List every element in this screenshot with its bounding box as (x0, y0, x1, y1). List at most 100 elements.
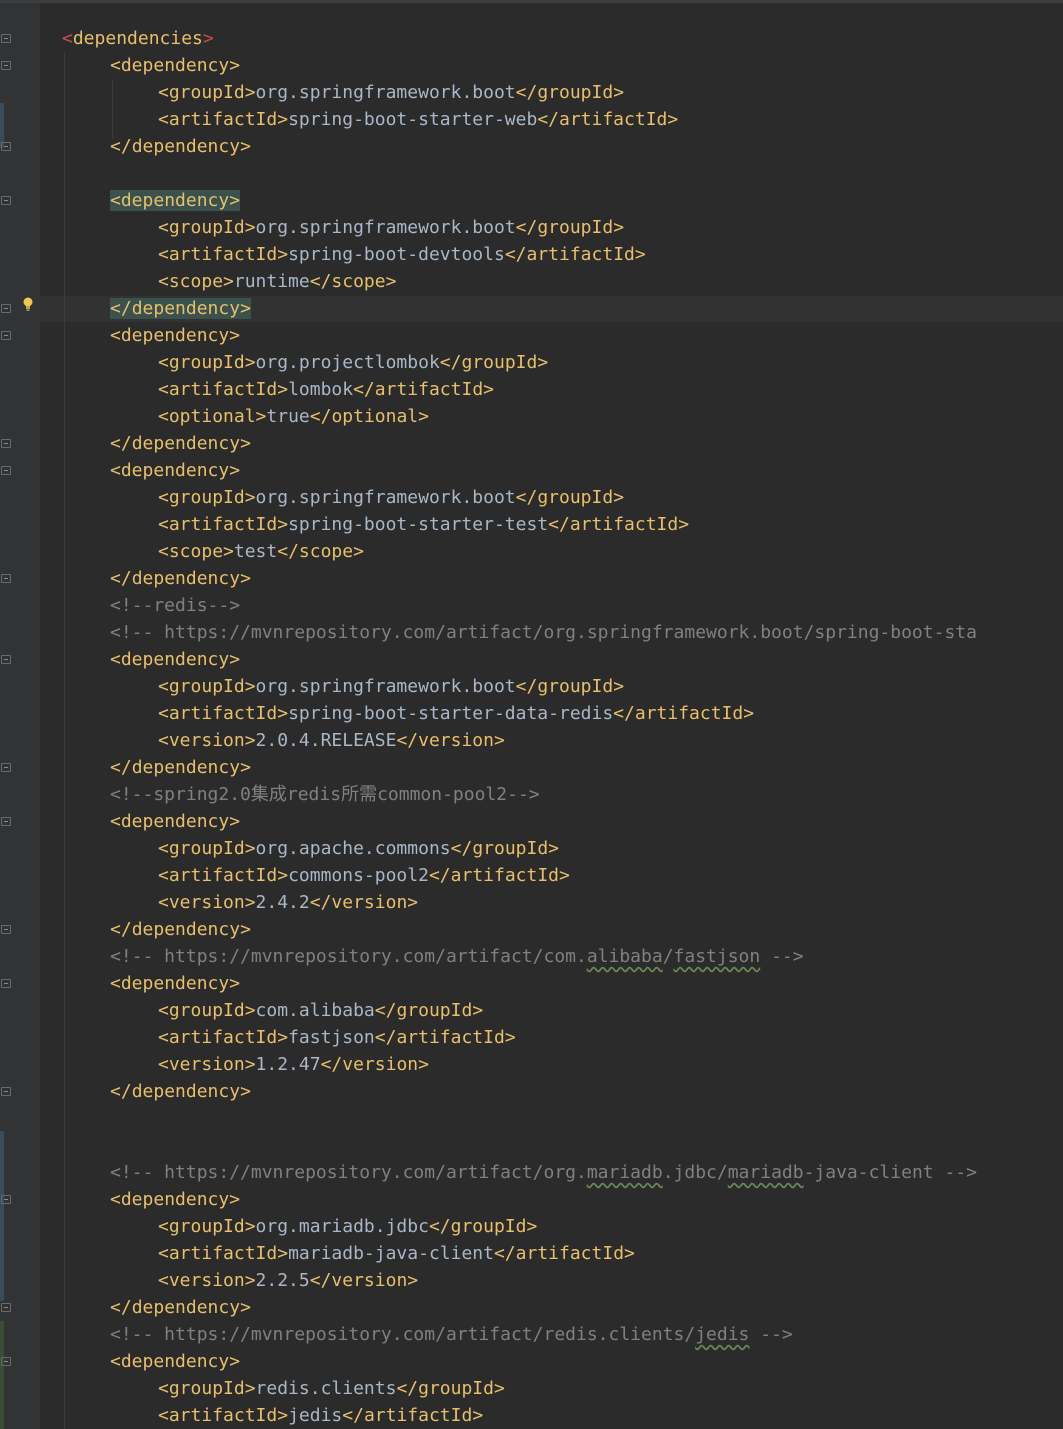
code-line[interactable] (62, 1105, 977, 1132)
fold-icon[interactable] (1, 655, 11, 664)
tag-name: artifactId (168, 244, 278, 265)
fold-icon[interactable] (1, 574, 11, 583)
tag-bracket: </ (537, 109, 559, 130)
tag-bracket: </ (110, 1297, 132, 1318)
code-line[interactable]: <version>2.2.5</version> (62, 1267, 977, 1294)
code-line[interactable]: <version>2.0.4.RELEASE</version> (62, 727, 977, 754)
fold-icon[interactable] (1, 34, 11, 43)
tag-bracket: > (353, 541, 364, 562)
code-line[interactable]: </dependency> (62, 430, 977, 457)
tag-bracket: > (244, 1054, 256, 1075)
tag-bracket: > (240, 1297, 251, 1318)
fold-icon[interactable] (1, 61, 11, 70)
xml-tag: <dependency> (110, 55, 240, 76)
code-line[interactable]: <groupId>org.springframework.boot</group… (62, 673, 977, 700)
code-line[interactable]: <artifactId>spring-boot-starter-web</art… (62, 106, 977, 133)
tag-name: artifactId (396, 1027, 505, 1048)
code-line[interactable]: <groupId>redis.clients</groupId> (62, 1375, 977, 1402)
tag-bracket: > (244, 487, 256, 508)
code-line[interactable]: <groupId>org.springframework.boot</group… (62, 214, 977, 241)
fold-icon[interactable] (1, 925, 11, 934)
vcs-added-marker[interactable] (0, 1321, 4, 1429)
tag-name: artifactId (559, 109, 668, 130)
code-line[interactable]: <dependency> (62, 52, 977, 79)
tag-value: mariadb-java-client (288, 1243, 494, 1264)
tag-name: dependency (131, 298, 241, 319)
code-line[interactable]: <dependency> (62, 457, 977, 484)
code-line[interactable]: <version>1.2.47</version> (62, 1051, 977, 1078)
code-line[interactable]: </dependency> (62, 754, 977, 781)
code-line[interactable]: <groupId>org.apache.commons</groupId> (62, 835, 977, 862)
vcs-change-marker[interactable] (0, 1131, 4, 1301)
fold-icon[interactable] (1, 142, 11, 151)
code-line[interactable]: <!--spring2.0集成redis所需common-pool2--> (62, 781, 977, 808)
tag-name: dependencies (72, 28, 203, 49)
tag-value: 2.2.5 (255, 1270, 310, 1291)
code-line[interactable]: <optional>true</optional> (62, 403, 977, 430)
code-line[interactable]: <artifactId>mariadb-java-client</artifac… (62, 1240, 977, 1267)
fold-icon[interactable] (1, 1357, 11, 1366)
tag-bracket: </ (396, 1378, 419, 1399)
fold-icon[interactable] (1, 1195, 11, 1204)
tag-name: artifactId (515, 1243, 625, 1264)
lightbulb-icon[interactable] (22, 296, 34, 312)
code-line[interactable]: </dependency> (62, 1294, 977, 1321)
fold-icon[interactable] (1, 979, 11, 988)
tag-name: version (331, 892, 408, 913)
code-line[interactable]: <artifactId>lombok</artifactId> (62, 376, 977, 403)
code-line[interactable]: </dependency> (62, 295, 977, 322)
code-line[interactable]: <!-- https://mvnrepository.com/artifact/… (62, 943, 977, 970)
code-line[interactable]: <!-- https://mvnrepository.com/artifact/… (62, 1321, 977, 1348)
code-line[interactable]: <!-- https://mvnrepository.com/artifact/… (62, 1159, 977, 1186)
code-line[interactable]: <dependency> (62, 1348, 977, 1375)
code-line[interactable]: </dependency> (62, 565, 977, 592)
fold-icon[interactable] (1, 331, 11, 340)
tag-bracket: < (158, 1270, 169, 1291)
tag-bracket: > (407, 1270, 419, 1291)
code-line[interactable]: <groupId>com.alibaba</groupId> (62, 997, 977, 1024)
code-line[interactable]: <dependency> (62, 970, 977, 997)
fold-icon[interactable] (1, 763, 11, 772)
code-line[interactable]: <dependency> (62, 187, 977, 214)
fold-icon[interactable] (1, 1087, 11, 1096)
code-line[interactable]: </dependency> (62, 133, 977, 160)
code-line[interactable] (62, 160, 977, 187)
fold-icon[interactable] (1, 304, 11, 313)
fold-icon[interactable] (1, 817, 11, 826)
fold-icon[interactable] (1, 196, 11, 205)
tag-bracket: > (229, 190, 241, 211)
code-line[interactable]: <dependencies> (62, 25, 977, 52)
code-line[interactable]: <scope>test</scope> (62, 538, 977, 565)
code-line[interactable]: <groupId>org.springframework.boot</group… (62, 484, 977, 511)
code-line[interactable]: <dependency> (62, 322, 977, 349)
code-line[interactable]: <groupId>org.springframework.boot</group… (62, 79, 977, 106)
code-line[interactable]: <artifactId>spring-boot-devtools</artifa… (62, 241, 977, 268)
tag-name: dependency (120, 1351, 230, 1372)
code-line[interactable]: <artifactId>commons-pool2</artifactId> (62, 862, 977, 889)
code-lines[interactable]: <dependencies> <dependency> <groupId>org.s… (62, 25, 977, 1429)
code-line[interactable]: <dependency> (62, 808, 977, 835)
code-line[interactable]: <dependency> (62, 646, 977, 673)
code-line[interactable]: <dependency> (62, 1186, 977, 1213)
code-line[interactable]: <groupId>org.projectlombok</groupId> (62, 349, 977, 376)
code-line[interactable]: <!--redis--> (62, 592, 977, 619)
code-line[interactable]: </dependency> (62, 916, 977, 943)
tag-name: dependency (120, 973, 230, 994)
tag-bracket: > (229, 973, 241, 994)
code-line[interactable]: <version>2.4.2</version> (62, 889, 977, 916)
code-line[interactable]: </dependency> (62, 1078, 977, 1105)
tag-bracket: > (418, 406, 429, 427)
code-line[interactable]: <groupId>org.mariadb.jdbc</groupId> (62, 1213, 977, 1240)
tag-name: dependency (120, 460, 230, 481)
code-line[interactable] (62, 1132, 977, 1159)
code-line[interactable]: <scope>runtime</scope> (62, 268, 977, 295)
code-line[interactable]: <!-- https://mvnrepository.com/artifact/… (62, 619, 977, 646)
code-line[interactable]: <artifactId>fastjson</artifactId> (62, 1024, 977, 1051)
fold-icon[interactable] (1, 1303, 11, 1312)
code-line[interactable]: <artifactId>spring-boot-starter-data-red… (62, 700, 977, 727)
code-line[interactable]: <artifactId>spring-boot-starter-test</ar… (62, 511, 977, 538)
code-line[interactable]: <artifactId>jedis</artifactId> (62, 1402, 977, 1429)
code-editor[interactable]: <dependencies> <dependency> <groupId>org.s… (0, 0, 1063, 1429)
fold-icon[interactable] (1, 466, 11, 475)
fold-icon[interactable] (1, 439, 11, 448)
